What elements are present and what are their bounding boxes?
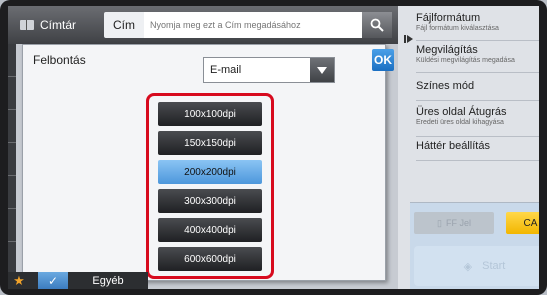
bottom-bar: ★ ✓ Egyéb: [8, 272, 148, 289]
to-button[interactable]: Cím: [104, 12, 144, 38]
search-button[interactable]: [362, 12, 392, 38]
exposure-subtitle: Küldési megvilágítás megadása: [416, 57, 515, 64]
start-label: Start: [482, 260, 506, 272]
chevron-down-icon: [317, 66, 327, 74]
address-book-label: Címtár: [40, 18, 76, 32]
top-bar: Címtár Cím: [8, 6, 398, 44]
menu-file-format[interactable]: Fájlformátum Fájl formátum kiválasztása: [416, 12, 539, 41]
address-book-button[interactable]: Címtár: [14, 12, 96, 38]
format-select[interactable]: E-mail: [203, 57, 335, 83]
menu-blank-page-skip[interactable]: Üres oldal Átugrás Eredeti üres oldal ki…: [416, 106, 539, 137]
menu-exposure[interactable]: Megvilágítás Küldési megvilágítás megadá…: [416, 44, 539, 73]
format-selected-value: E-mail: [210, 64, 242, 76]
device-frame: Címtár Cím Felbontás E-mail OK 1: [0, 0, 547, 295]
file-format-subtitle: Fájl formátum kiválasztása: [416, 25, 499, 32]
dpi-options-list: 100x100dpi 150x150dpi 200x200dpi 300x300…: [146, 93, 274, 279]
start-icon: ◈: [463, 260, 473, 273]
dpi-option-300[interactable]: 300x300dpi: [158, 189, 262, 213]
other-button[interactable]: Egyéb: [70, 272, 146, 289]
ok-button[interactable]: OK: [372, 49, 394, 71]
star-icon: ★: [13, 272, 25, 288]
left-tab-strip: [8, 44, 16, 289]
check-icon: ✓: [47, 273, 59, 288]
resolution-label: Felbontás: [33, 53, 86, 67]
address-book-icon: [20, 20, 34, 30]
dpi-option-100[interactable]: 100x100dpi: [158, 102, 262, 126]
play-icon[interactable]: [404, 34, 414, 44]
ca-button[interactable]: CA: [506, 212, 539, 234]
dpi-option-150[interactable]: 150x150dpi: [158, 131, 262, 155]
doc-icon: ▯: [437, 217, 442, 228]
confirm-button[interactable]: ✓: [38, 272, 68, 289]
dpi-option-600[interactable]: 600x600dpi: [158, 247, 262, 271]
address-input[interactable]: [144, 12, 362, 38]
exposure-title: Megvilágítás: [416, 44, 478, 56]
dropdown-arrow[interactable]: [310, 58, 334, 82]
favorite-button[interactable]: ★: [10, 272, 28, 289]
dpi-option-400[interactable]: 400x400dpi: [158, 218, 262, 242]
blank-page-skip-subtitle: Eredeti üres oldal kihagyása: [416, 119, 504, 126]
menu-background-setting[interactable]: Háttér beállítás: [416, 140, 539, 161]
menu-color-mode[interactable]: Színes mód: [416, 80, 539, 101]
screen: Címtár Cím Felbontás E-mail OK 1: [8, 6, 539, 289]
blank-page-skip-title: Üres oldal Átugrás: [416, 106, 507, 118]
dpi-option-200[interactable]: 200x200dpi: [158, 160, 262, 184]
ff-label: FF Jel: [445, 218, 471, 228]
search-icon: [370, 18, 384, 32]
file-format-title: Fájlformátum: [416, 12, 481, 24]
start-button[interactable]: ◈ Start: [414, 246, 539, 286]
background-setting-title: Háttér beállítás: [416, 140, 490, 152]
color-mode-title: Színes mód: [416, 80, 475, 92]
ff-button[interactable]: ▯ FF Jel: [414, 212, 494, 234]
